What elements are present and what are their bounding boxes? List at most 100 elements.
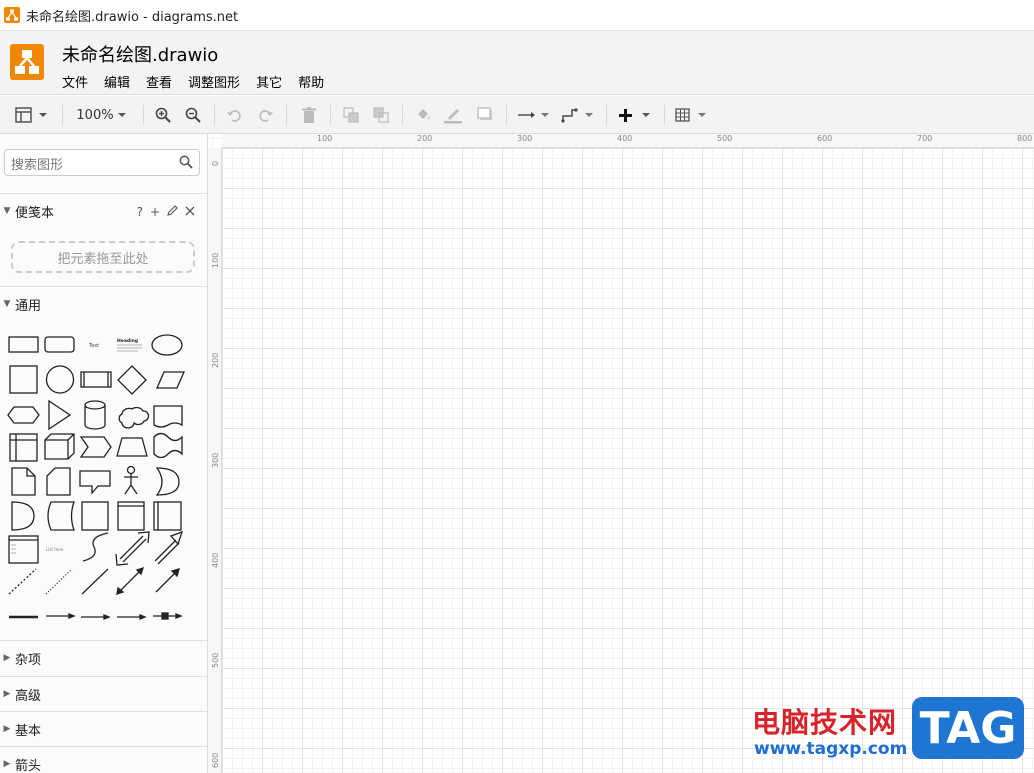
connector-symbol-shape[interactable] bbox=[153, 612, 183, 620]
actor-shape[interactable] bbox=[124, 465, 138, 495]
shadow-icon bbox=[477, 107, 492, 120]
shape-search-box[interactable]: 搜索图形 bbox=[4, 149, 200, 176]
scratchpad-close-button[interactable] bbox=[185, 205, 195, 219]
bidirectional-connector-shape[interactable] bbox=[116, 566, 145, 595]
delete-button[interactable] bbox=[298, 101, 320, 129]
ruler-label: 600 bbox=[817, 134, 833, 143]
dashed-line-shape[interactable] bbox=[8, 568, 37, 595]
block-arrow-shape[interactable] bbox=[154, 530, 184, 565]
card-shape[interactable] bbox=[46, 467, 71, 496]
general-section-header[interactable]: ▼ 通用 bbox=[0, 286, 207, 321]
diamond-shape[interactable] bbox=[117, 365, 147, 395]
zoom-out-button[interactable] bbox=[182, 101, 204, 129]
zoom-in-button[interactable] bbox=[152, 101, 174, 129]
menu-edit[interactable]: 编辑 bbox=[104, 72, 130, 91]
directional-connector-shape[interactable] bbox=[155, 568, 180, 593]
arrows-section-header[interactable]: ▶ 箭头 bbox=[0, 746, 207, 773]
circle-shape[interactable] bbox=[45, 365, 75, 394]
connector-two-labels-shape[interactable] bbox=[81, 614, 111, 620]
textbox-shape[interactable]: Heading bbox=[117, 338, 142, 352]
ruler-label: 100 bbox=[211, 252, 220, 268]
menu-view[interactable]: 查看 bbox=[146, 72, 172, 91]
hexagon-shape[interactable] bbox=[7, 406, 40, 424]
bidirectional-arrow-line-a bbox=[119, 535, 144, 560]
shadow-button[interactable] bbox=[474, 101, 496, 129]
insert-dropdown[interactable] bbox=[616, 101, 654, 129]
internal-storage-shape[interactable] bbox=[9, 433, 38, 462]
parallelogram-shape[interactable] bbox=[156, 371, 185, 389]
drawing-canvas[interactable]: 100 200 300 400 500 600 700 800 0 100 20… bbox=[208, 134, 1034, 773]
scratchpad-header[interactable]: ▼ 便笺本 ? + bbox=[0, 193, 207, 228]
format-panel-button[interactable] bbox=[14, 101, 50, 129]
waypoints-dropdown[interactable] bbox=[560, 101, 596, 129]
toolbar-divider bbox=[214, 105, 215, 125]
trapezoid-shape[interactable] bbox=[116, 437, 148, 457]
drop-zone-text: 把元素拖至此处 bbox=[57, 251, 149, 267]
menu-arrange[interactable]: 调整图形 bbox=[188, 72, 240, 91]
zoom-out-icon bbox=[185, 107, 201, 123]
collapsed-triangle-icon: ▶ bbox=[3, 689, 11, 699]
line-color-button[interactable] bbox=[442, 101, 464, 129]
redo-button[interactable] bbox=[254, 101, 276, 129]
line-shape[interactable] bbox=[81, 568, 109, 595]
swimlane-shape[interactable] bbox=[117, 501, 145, 531]
advanced-section-header[interactable]: ▶ 高级 bbox=[0, 676, 207, 711]
vertical-container-shape[interactable] bbox=[153, 501, 182, 531]
undo-button[interactable] bbox=[224, 101, 246, 129]
connector-label-shape[interactable] bbox=[46, 613, 76, 619]
fill-color-button[interactable] bbox=[412, 101, 434, 129]
zoom-dropdown[interactable]: 100% bbox=[72, 101, 132, 129]
toolbar-divider bbox=[606, 105, 607, 125]
curve-shape[interactable] bbox=[82, 532, 109, 562]
step-shape[interactable] bbox=[79, 436, 112, 458]
container-shape[interactable] bbox=[81, 501, 109, 531]
table-dropdown[interactable] bbox=[674, 101, 710, 129]
misc-section-header[interactable]: ▶ 杂项 bbox=[0, 640, 207, 675]
or-shape[interactable] bbox=[155, 467, 180, 496]
scratchpad-help-button[interactable]: ? bbox=[137, 205, 143, 219]
shape-sidebar: 搜索图形 ▼ 便笺本 ? + 把元素拖至此处 ▼ 通用 Text Heading… bbox=[0, 134, 208, 773]
scratchpad-drop-zone[interactable]: 把元素拖至此处 bbox=[11, 241, 195, 273]
connector-symbol-box bbox=[161, 612, 169, 620]
dotted-line-shape[interactable] bbox=[45, 568, 73, 595]
data-storage-shape[interactable] bbox=[47, 501, 75, 531]
callout-shape[interactable] bbox=[79, 470, 111, 495]
list-item-shape[interactable]: List Item bbox=[46, 547, 63, 552]
triangle-shape[interactable] bbox=[48, 399, 72, 431]
zoom-in-icon bbox=[155, 107, 171, 123]
document-title[interactable]: 未命名绘图.drawio bbox=[62, 41, 218, 67]
menu-file[interactable]: 文件 bbox=[62, 72, 88, 91]
process-shape[interactable] bbox=[80, 371, 112, 388]
text-shape[interactable]: Text bbox=[88, 343, 99, 349]
note-shape[interactable] bbox=[11, 467, 36, 496]
scratchpad-edit-button[interactable] bbox=[167, 205, 178, 219]
menu-help[interactable]: 帮助 bbox=[298, 72, 324, 91]
rounded-rectangle-shape[interactable] bbox=[44, 336, 75, 353]
connector-label-arrowhead bbox=[68, 613, 76, 619]
cylinder-shape[interactable] bbox=[84, 400, 106, 430]
ellipse-shape[interactable] bbox=[151, 334, 183, 356]
connector-symbol-arrowhead bbox=[175, 613, 183, 619]
rectangle-shape[interactable] bbox=[8, 336, 39, 353]
cube-shape[interactable] bbox=[44, 433, 75, 460]
cloud-shape[interactable] bbox=[118, 406, 150, 429]
scratchpad-add-button[interactable]: + bbox=[150, 205, 160, 219]
document-shape[interactable] bbox=[153, 405, 183, 428]
connector-three-labels-shape[interactable] bbox=[117, 614, 147, 620]
zoom-level: 100% bbox=[76, 107, 114, 123]
delete-icon bbox=[302, 107, 316, 123]
drawio-logo[interactable] bbox=[10, 44, 44, 80]
connection-style-dropdown[interactable] bbox=[516, 101, 552, 129]
app-icon bbox=[4, 7, 20, 23]
horizontal-ruler: 100 200 300 400 500 600 700 800 bbox=[222, 134, 1034, 148]
to-front-button[interactable] bbox=[340, 101, 362, 129]
delay-shape[interactable] bbox=[11, 501, 35, 531]
list-shape[interactable] bbox=[8, 535, 39, 564]
tape-shape[interactable] bbox=[153, 432, 183, 459]
to-back-button[interactable] bbox=[370, 101, 392, 129]
menu-extras[interactable]: 其它 bbox=[256, 72, 282, 91]
basic-section-header[interactable]: ▶ 基本 bbox=[0, 711, 207, 746]
search-icon[interactable] bbox=[179, 155, 193, 169]
square-shape[interactable] bbox=[9, 365, 38, 394]
bidirectional-arrow-shape[interactable] bbox=[115, 531, 150, 566]
